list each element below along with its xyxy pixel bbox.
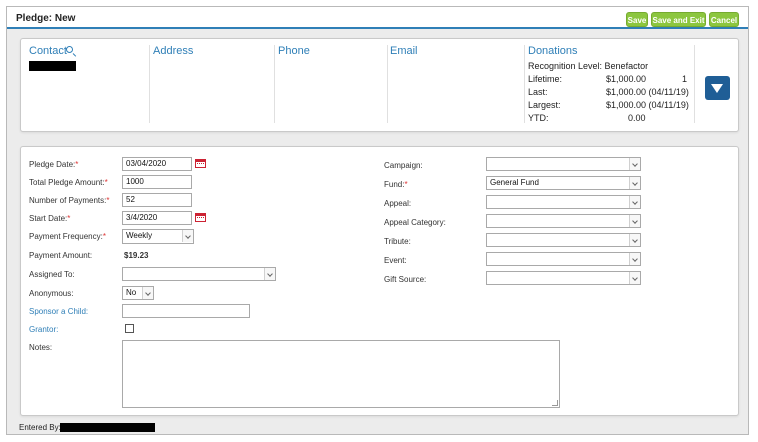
pledge-window: Pledge: New Save Save and Exit Cancel Co… [6,6,749,435]
largest-label: Largest: [528,100,561,110]
column-divider [694,45,695,123]
event-select[interactable] [486,252,641,266]
column-divider [149,45,150,123]
ytd-value: 0.00 [628,113,646,123]
chevron-down-icon [629,196,640,208]
entered-by-label: Entered By: [19,423,61,432]
page-title: Pledge: New [16,13,76,24]
pledge-date-label: Pledge Date:* [29,160,79,169]
notes-textarea[interactable] [122,340,560,408]
anonymous-select[interactable]: No [122,286,154,300]
contact-name-redacted [29,61,76,71]
address-header: Address [153,45,194,57]
expand-details-button[interactable] [705,76,730,100]
column-divider [524,45,525,123]
column-divider [274,45,275,123]
chevron-down-icon [629,215,640,227]
last-label: Last: [528,87,548,97]
grantor-checkbox[interactable] [125,324,134,333]
number-of-payments-input[interactable]: 52 [122,193,192,207]
chevron-down-icon [629,177,640,189]
appeal-category-label: Appeal Category: [384,218,446,227]
chevron-down-icon [629,272,640,284]
payment-frequency-label: Payment Frequency:* [29,232,106,241]
assigned-to-select[interactable] [122,267,276,281]
appeal-label: Appeal: [384,199,412,208]
entered-by-redacted [60,423,155,432]
payment-amount-label: Payment Amount: [29,251,93,260]
lifetime-value: $1,000.00 [606,74,647,84]
title-bar: Pledge: New Save Save and Exit Cancel [7,7,748,29]
chevron-down-icon [182,230,193,242]
gift-source-label: Gift Source: [384,275,427,284]
tribute-select[interactable] [486,233,641,247]
sponsor-a-child-link[interactable]: Sponsor a Child: [29,307,88,316]
start-date-input[interactable]: 3/4/2020 [122,211,192,225]
search-icon[interactable] [66,46,73,53]
donations-header: Donations [528,45,578,57]
chevron-down-icon [629,253,640,265]
number-of-payments-label: Number of Payments:* [29,196,110,205]
appeal-category-select[interactable] [486,214,641,228]
tribute-label: Tribute: [384,237,411,246]
gift-source-select[interactable] [486,271,641,285]
campaign-select[interactable] [486,157,641,171]
fund-select[interactable]: General Fund [486,176,641,190]
phone-header: Phone [278,45,310,57]
grantor-link[interactable]: Grantor: [29,325,58,334]
last-value: $1,000.00 (04/11/19) [606,87,689,97]
sponsor-a-child-input[interactable] [122,304,250,318]
pledge-date-input[interactable]: 03/04/2020 [122,157,192,171]
chevron-down-icon [629,158,640,170]
contact-header[interactable]: Contact [29,45,67,57]
largest-value: $1,000.00 (04/11/19) [606,100,689,110]
assigned-to-label: Assigned To: [29,270,75,279]
payment-amount-value: $19.23 [124,251,149,260]
cancel-button[interactable]: Cancel [709,12,739,27]
notes-label: Notes: [29,343,53,352]
total-pledge-amount-label: Total Pledge Amount:* [29,178,108,187]
payment-frequency-select[interactable]: Weekly [122,229,194,244]
calendar-icon[interactable] [195,213,206,222]
total-pledge-amount-input[interactable]: 1000 [122,175,192,189]
email-header: Email [390,45,418,57]
save-button[interactable]: Save [626,12,648,27]
start-date-label: Start Date:* [29,214,71,223]
column-divider [387,45,388,123]
event-label: Event: [384,256,407,265]
chevron-down-icon [629,234,640,246]
calendar-icon[interactable] [195,159,206,168]
ytd-label: YTD: [528,113,549,123]
save-and-exit-button[interactable]: Save and Exit [651,12,706,27]
appeal-select[interactable] [486,195,641,209]
recognition-level: Recognition Level: Benefactor [528,61,649,71]
pledge-form-panel: Pledge Date:* 03/04/2020 Total Pledge Am… [20,146,739,416]
chevron-down-icon [142,287,153,299]
resize-grip-icon[interactable] [552,400,558,406]
campaign-label: Campaign: [384,161,423,170]
lifetime-label: Lifetime: [528,74,563,84]
lifetime-count: 1 [682,74,688,84]
fund-label: Fund:* [384,180,408,189]
contact-summary-panel: Contact Address Phone Email Donations Re… [20,38,739,132]
anonymous-label: Anonymous: [29,289,74,298]
chevron-down-icon [264,268,275,280]
